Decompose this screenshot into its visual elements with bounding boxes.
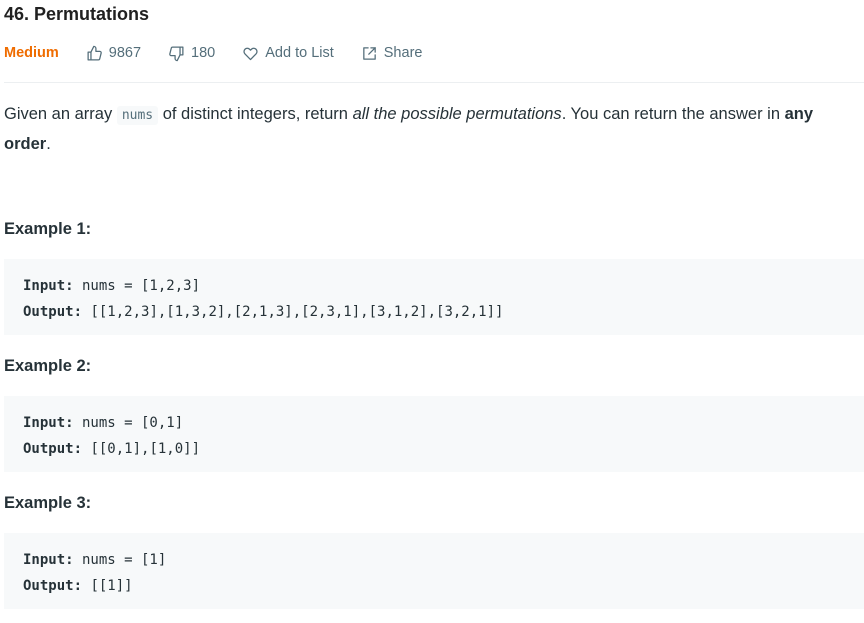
- example-2-input: Input: nums = [0,1]: [23, 410, 864, 436]
- example-1-title: Example 1:: [4, 220, 92, 238]
- dislike-count: 180: [191, 45, 216, 61]
- description-text: Given an array: [4, 105, 117, 123]
- output-value: [[1]]: [82, 578, 133, 594]
- input-label: Input:: [23, 278, 74, 294]
- problem-page: 46. Permutations Medium 9867 180 Add to …: [0, 0, 864, 623]
- like-count: 9867: [108, 45, 142, 61]
- description-text: of distinct integers, return: [158, 105, 353, 123]
- input-value: nums = [0,1]: [73, 415, 184, 431]
- example-1-box: Input: nums = [1,2,3] Output: [[1,2,3],[…: [4, 259, 864, 335]
- problem-meta-bar: Medium 9867 180 Add to List Share: [4, 41, 449, 65]
- output-value: [[0,1],[1,0]]: [82, 441, 201, 457]
- add-to-list-label: Add to List: [265, 45, 334, 61]
- thumbs-up-icon: [87, 45, 102, 61]
- heart-icon: [243, 47, 258, 60]
- example-1-output: Output: [[1,2,3],[1,3,2],[2,1,3],[2,3,1]…: [23, 299, 864, 325]
- description-text: .: [46, 135, 51, 153]
- input-label: Input:: [23, 415, 74, 431]
- example-3-box: Input: nums = [1] Output: [[1]]: [4, 533, 864, 609]
- description-emphasis: all the possible permutations: [352, 105, 562, 123]
- input-label: Input:: [23, 552, 74, 568]
- input-value: nums = [1]: [73, 552, 167, 568]
- dislike-button[interactable]: 180: [168, 45, 215, 62]
- output-label: Output:: [23, 441, 83, 457]
- output-label: Output:: [23, 578, 83, 594]
- problem-description: Given an array nums of distinct integers…: [4, 100, 860, 158]
- example-3-input: Input: nums = [1]: [23, 547, 864, 573]
- example-3-output: Output: [[1]]: [23, 573, 864, 599]
- input-value: nums = [1,2,3]: [73, 278, 201, 294]
- output-label: Output:: [23, 304, 83, 320]
- description-text: . You can return the answer in: [561, 105, 785, 123]
- share-icon: [362, 46, 376, 60]
- example-3-title: Example 3:: [4, 494, 92, 512]
- example-2-output: Output: [[0,1],[1,0]]: [23, 436, 864, 462]
- example-2-box: Input: nums = [0,1] Output: [[0,1],[1,0]…: [4, 396, 864, 472]
- like-button[interactable]: 9867: [86, 45, 141, 62]
- inline-code-nums: nums: [116, 106, 159, 125]
- thumbs-down-icon: [169, 45, 184, 61]
- header-divider: [4, 82, 864, 83]
- example-2-title: Example 2:: [4, 357, 92, 375]
- example-1-input: Input: nums = [1,2,3]: [23, 273, 864, 299]
- share-button[interactable]: Share: [361, 45, 423, 62]
- problem-title: 46. Permutations: [4, 4, 150, 24]
- share-label: Share: [383, 45, 423, 61]
- output-value: [[1,2,3],[1,3,2],[2,1,3],[2,3,1],[3,1,2]…: [82, 304, 504, 320]
- difficulty-badge: Medium: [4, 45, 59, 61]
- add-to-list-button[interactable]: Add to List: [242, 45, 334, 62]
